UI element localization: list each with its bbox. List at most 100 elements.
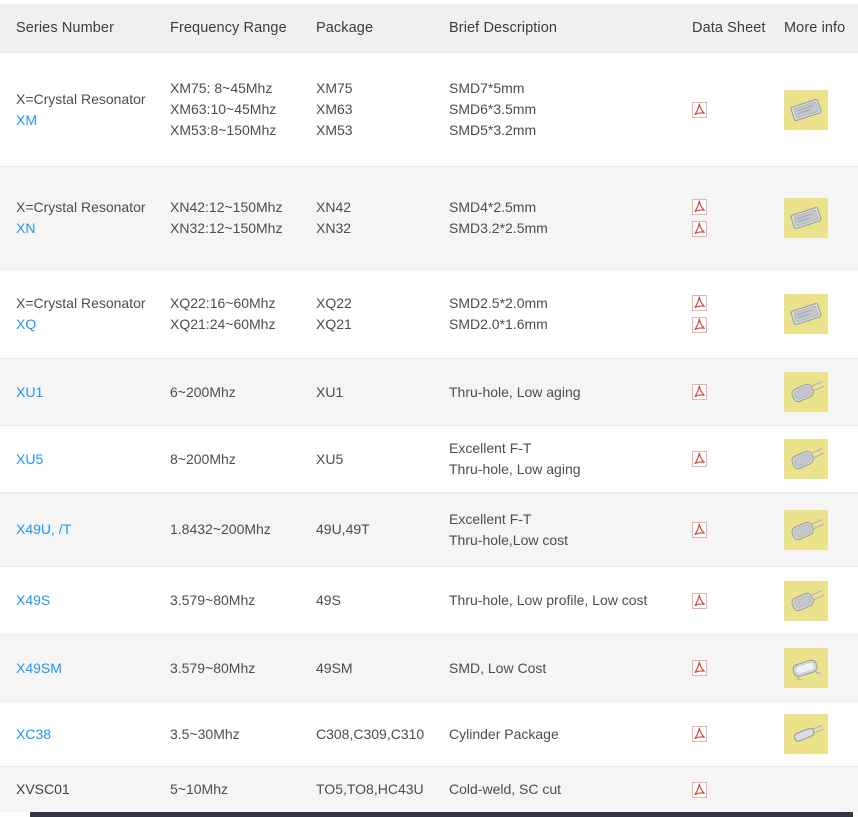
description-line: SMD2.5*2.0mm (449, 293, 674, 314)
thru-hole-crystal-photo[interactable] (784, 510, 828, 550)
series-number-cell: X=Crystal ResonatorXN (0, 167, 154, 270)
thru-hole-crystal-photo[interactable] (784, 372, 828, 412)
package-cell: 49U,49T (300, 493, 433, 567)
more-info-cell (768, 567, 858, 635)
series-link[interactable]: XC38 (16, 724, 152, 745)
description-line: Thru-hole, Low aging (449, 459, 674, 480)
series-prefix: X=Crystal Resonator (16, 293, 152, 314)
data-sheet-cell (676, 53, 768, 167)
table-row: X=Crystal ResonatorXQXQ22:16~60MhzXQ21:2… (0, 270, 858, 359)
frequency-line: XM75: 8~45Mhz (170, 78, 298, 99)
description-line: Cold-weld, SC cut (449, 779, 674, 800)
series-link[interactable]: XU1 (16, 382, 152, 403)
table-body: X=Crystal ResonatorXMXM75: 8~45MhzXM63:1… (0, 53, 858, 813)
table-row: X49S 3.579~80Mhz 49S Thru-hole, Low profile… (0, 567, 858, 635)
pdf-icon[interactable] (692, 451, 707, 467)
pdf-icon[interactable] (692, 295, 707, 311)
description-line: SMD, Low Cost (449, 658, 674, 679)
pdf-icon[interactable] (692, 221, 707, 237)
package-line: XM53 (316, 120, 431, 141)
series-link[interactable]: XM (16, 110, 152, 131)
frequency-line: 6~200Mhz (170, 382, 298, 403)
frequency-range-cell: 3.579~80Mhz (154, 567, 300, 635)
series-number-cell: X49U, /T (0, 493, 154, 567)
smd-crystal-photo[interactable] (784, 294, 828, 334)
package-line: 49SM (316, 658, 431, 679)
pdf-icon[interactable] (692, 726, 707, 742)
package-line: 49S (316, 590, 431, 611)
series-link[interactable]: XN (16, 218, 152, 239)
table-row: X49U, /T 1.8432~200Mhz49U,49T Excellent F-… (0, 493, 858, 567)
package-cell: XU5 (300, 426, 433, 493)
more-info-cell (768, 53, 858, 167)
description-line: SMD3.2*2.5mm (449, 218, 674, 239)
table-row: XVSC015~10MhzTO5,TO8,HC43UCold-weld, SC … (0, 767, 858, 813)
table-row: XU16~200MhzXU1Thru-hole, Low aging (0, 359, 858, 426)
pdf-icon[interactable] (692, 522, 707, 538)
smd-metal-crystal-photo[interactable] (784, 648, 828, 688)
package-line: XQ22 (316, 293, 431, 314)
col-header-package: Package (300, 4, 433, 53)
description-line: Thru-hole, Low profile, Low cost (449, 590, 674, 611)
series-prefix: X=Crystal Resonator (16, 89, 152, 110)
data-sheet-cell (676, 567, 768, 635)
more-info-cell (768, 767, 858, 813)
pdf-icon[interactable] (692, 102, 707, 118)
data-sheet-cell (676, 767, 768, 813)
brief-description-cell: Cylinder Package (433, 702, 676, 767)
table-row: X=Crystal ResonatorXMXM75: 8~45MhzXM63:1… (0, 53, 858, 167)
series-number-cell: XU1 (0, 359, 154, 426)
description-line: SMD7*5mm (449, 78, 674, 99)
description-line: SMD4*2.5mm (449, 197, 674, 218)
package-line: XN32 (316, 218, 431, 239)
pdf-icon[interactable] (692, 317, 707, 333)
frequency-range-cell: XN42:12~150MhzXN32:12~150Mhz (154, 167, 300, 270)
description-line: SMD5*3.2mm (449, 120, 674, 141)
thru-hole-crystal-photo[interactable] (784, 581, 828, 621)
cylinder-crystal-photo[interactable] (784, 714, 828, 754)
thru-hole-crystal-photo[interactable] (784, 439, 828, 479)
frequency-range-cell: 8~200Mhz (154, 426, 300, 493)
data-sheet-cell (676, 702, 768, 767)
frequency-line: XM53:8~150Mhz (170, 120, 298, 141)
pdf-icon[interactable] (692, 593, 707, 609)
series-link[interactable]: XQ (16, 314, 152, 335)
more-info-cell (768, 426, 858, 493)
series-name: XVSC01 (16, 779, 152, 800)
package-cell: XN42XN32 (300, 167, 433, 270)
series-prefix: X=Crystal Resonator (16, 197, 152, 218)
pdf-icon[interactable] (692, 782, 707, 798)
frequency-line: 3.5~30Mhz (170, 724, 298, 745)
frequency-line: 1.8432~200Mhz (170, 519, 298, 540)
footer-divider-bar (30, 812, 853, 817)
frequency-line: 3.579~80Mhz (170, 590, 298, 611)
table-row: XU58~200MhzXU5Excellent F-TThru-hole, Lo… (0, 426, 858, 493)
series-number-cell: XU5 (0, 426, 154, 493)
col-header-more-info: More info (768, 4, 858, 53)
more-info-cell (768, 359, 858, 426)
pdf-icon[interactable] (692, 660, 707, 676)
pdf-icon[interactable] (692, 384, 707, 400)
series-link[interactable]: X49SM (16, 658, 152, 679)
frequency-range-cell: 3.5~30Mhz (154, 702, 300, 767)
pdf-icon[interactable] (692, 199, 707, 215)
series-number-cell: X49SM (0, 635, 154, 702)
frequency-range-cell: XM75: 8~45MhzXM63:10~45MhzXM53:8~150Mhz (154, 53, 300, 167)
data-sheet-cell (676, 493, 768, 567)
package-cell: C308,C309,C310 (300, 702, 433, 767)
brief-description-cell: SMD2.5*2.0mmSMD2.0*1.6mm (433, 270, 676, 359)
series-link[interactable]: X49U, /T (16, 519, 152, 540)
description-line: Excellent F-T (449, 438, 674, 459)
series-link[interactable]: XU5 (16, 449, 152, 470)
frequency-range-cell: XQ22:16~60MhzXQ21:24~60Mhz (154, 270, 300, 359)
package-cell: XQ22XQ21 (300, 270, 433, 359)
smd-crystal-photo[interactable] (784, 198, 828, 238)
more-info-cell (768, 635, 858, 702)
brief-description-cell: Excellent F-TThru-hole, Low aging (433, 426, 676, 493)
smd-crystal-photo[interactable] (784, 90, 828, 130)
package-line: XQ21 (316, 314, 431, 335)
package-cell: XM75XM63XM53 (300, 53, 433, 167)
brief-description-cell: SMD7*5mmSMD6*3.5mmSMD5*3.2mm (433, 53, 676, 167)
series-link[interactable]: X49S (16, 590, 152, 611)
description-line: Excellent F-T (449, 509, 674, 530)
